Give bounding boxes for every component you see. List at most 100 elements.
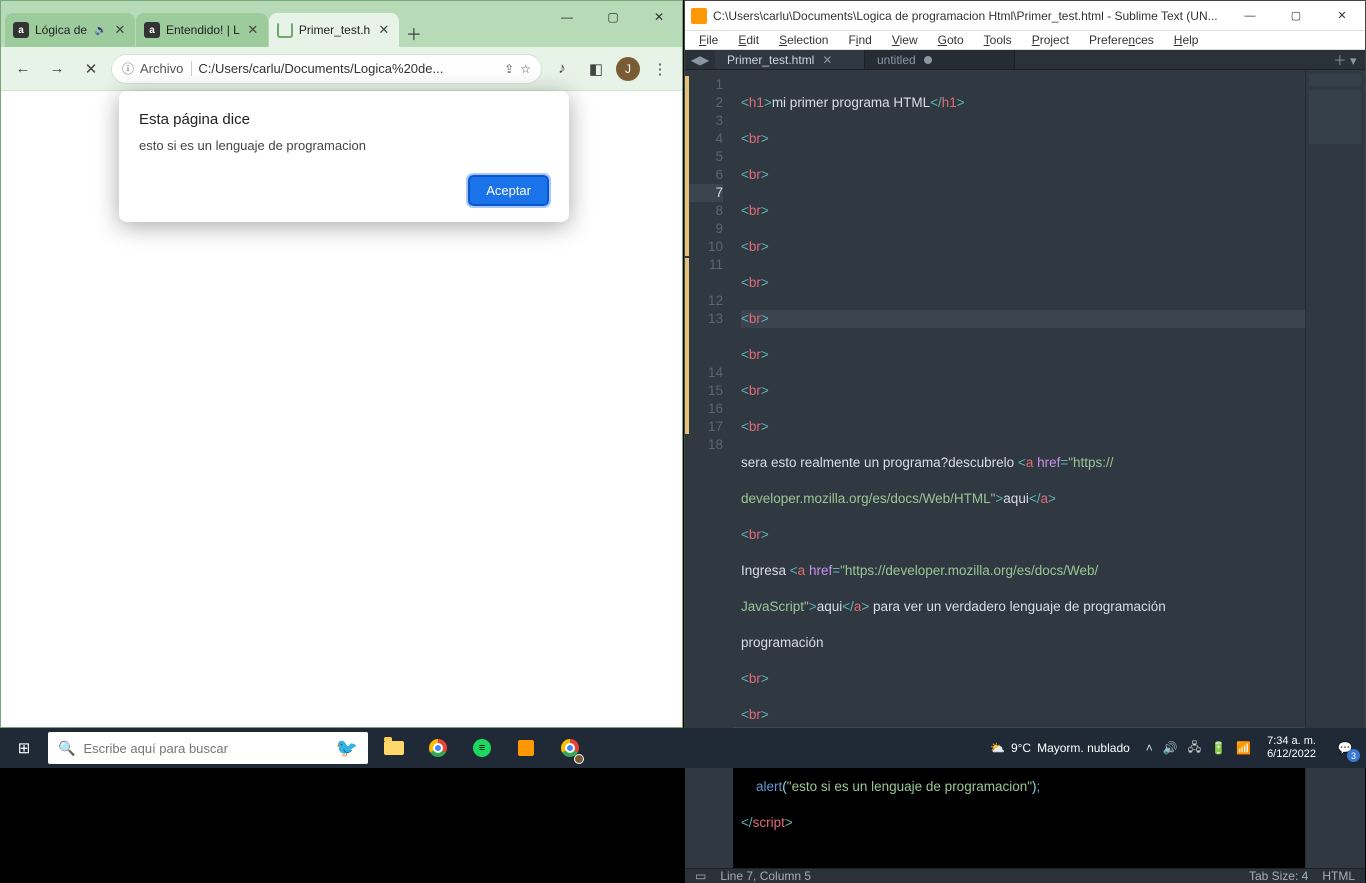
- tab-label: untitled: [877, 53, 916, 67]
- statusbar-toggle-icon[interactable]: ▭: [695, 869, 706, 883]
- maximize-button[interactable]: ▢: [590, 1, 636, 33]
- sublime-title: C:\Users\carlu\Documents\Logica de progr…: [713, 9, 1227, 23]
- task-chrome-profile[interactable]: [548, 728, 592, 768]
- tab-history-buttons[interactable]: ◀▶: [685, 50, 715, 69]
- code-text: para ver un verdadero lenguaje de progra…: [869, 599, 1165, 614]
- weather-text: Mayorm. nublado: [1037, 741, 1130, 755]
- favicon-icon: a: [144, 22, 160, 38]
- accept-button[interactable]: Aceptar: [468, 175, 549, 206]
- menu-edit[interactable]: Edit: [730, 31, 767, 49]
- tab-title: Lógica de: [35, 23, 89, 37]
- bookmark-icon[interactable]: ☆: [520, 62, 531, 76]
- chrome-tab-2[interactable]: a Entendido! | L ✕: [136, 13, 268, 47]
- close-icon[interactable]: ✕: [113, 22, 127, 38]
- site-info-icon[interactable]: ⓘ: [122, 60, 134, 77]
- tab-title: Entendido! | L: [166, 23, 240, 37]
- dialog-title: Esta página dice: [139, 111, 549, 128]
- clock-time: 7:34 a. m.: [1267, 735, 1316, 748]
- url-scheme: Archivo: [140, 61, 192, 76]
- search-decoration-icon: 🐦: [336, 738, 358, 759]
- close-icon[interactable]: ✕: [377, 22, 391, 38]
- tray-chevron-icon[interactable]: ˄: [1146, 741, 1153, 755]
- taskbar-weather[interactable]: ⛅ 9°C Mayorm. nublado: [990, 741, 1130, 755]
- stop-button[interactable]: ✕: [77, 55, 105, 83]
- status-position[interactable]: Line 7, Column 5: [720, 869, 811, 883]
- close-button[interactable]: ✕: [636, 1, 682, 33]
- close-icon[interactable]: ✕: [246, 22, 260, 38]
- url-bar[interactable]: ⓘ Archivo C:/Users/carlu/Documents/Logic…: [111, 54, 542, 84]
- maximize-button[interactable]: ▢: [1273, 1, 1319, 31]
- sublime-window: C:\Users\carlu\Documents\Logica de progr…: [684, 0, 1366, 728]
- chrome-menu-icon[interactable]: ⋮: [646, 55, 674, 83]
- chrome-toolbar: ← → ✕ ⓘ Archivo C:/Users/carlu/Documents…: [1, 47, 682, 91]
- tray-wifi-icon[interactable]: 📶: [1236, 741, 1251, 755]
- search-input[interactable]: [83, 741, 327, 756]
- menu-find[interactable]: Find: [840, 31, 879, 49]
- forward-button[interactable]: →: [43, 55, 71, 83]
- profile-avatar[interactable]: J: [616, 57, 640, 81]
- status-tabsize[interactable]: Tab Size: 4: [1249, 869, 1308, 883]
- menu-goto[interactable]: Goto: [930, 31, 972, 49]
- unsaved-dot-icon: [924, 56, 932, 64]
- url-text: C:/Users/carlu/Documents/Logica%20de...: [198, 61, 498, 76]
- tray-volume-icon[interactable]: 🔊: [1163, 741, 1178, 755]
- menu-preferences[interactable]: Preferences: [1081, 31, 1162, 49]
- weather-temp: 9°C: [1011, 741, 1031, 755]
- tab-overflow-button[interactable]: ＋ ▾: [1325, 50, 1365, 69]
- favicon-icon: a: [13, 22, 29, 38]
- sublime-window-controls: — ▢ ✕: [1227, 1, 1365, 31]
- code-text: sera esto realmente un programa?descubre…: [741, 455, 1018, 470]
- minimize-button[interactable]: —: [544, 1, 590, 33]
- editor-tab-primer[interactable]: Primer_test.html ✕: [715, 50, 865, 69]
- clock-date: 6/12/2022: [1267, 748, 1316, 761]
- chrome-tab-3[interactable]: Primer_test.h ✕: [269, 13, 399, 47]
- sublime-titlebar[interactable]: C:\Users\carlu\Documents\Logica de progr…: [685, 1, 1365, 31]
- windows-taskbar: ⊞ 🔍 🐦 ≡ ⛅ 9°C Mayorm. nublado ˄ 🔊 🖧 🔋 📶 …: [0, 728, 1366, 768]
- task-sublime[interactable]: [504, 728, 548, 768]
- menu-project[interactable]: Project: [1024, 31, 1077, 49]
- task-explorer[interactable]: [372, 728, 416, 768]
- menu-selection[interactable]: Selection: [771, 31, 836, 49]
- menu-view[interactable]: View: [884, 31, 926, 49]
- tab-title: Primer_test.h: [299, 23, 371, 37]
- sublime-menubar: File Edit Selection Find View Goto Tools…: [685, 31, 1365, 50]
- editor-tab-untitled[interactable]: untitled: [865, 50, 1015, 69]
- taskbar-search[interactable]: 🔍 🐦: [48, 732, 368, 764]
- tray-network-icon[interactable]: 🖧: [1188, 738, 1201, 759]
- chrome-titlebar: a Lógica de 🔊 ✕ a Entendido! | L ✕ Prime…: [1, 1, 682, 47]
- chrome-icon: [429, 739, 447, 757]
- tray-battery-icon[interactable]: 🔋: [1211, 741, 1226, 755]
- close-button[interactable]: ✕: [1319, 1, 1365, 31]
- audio-icon[interactable]: 🔊: [95, 25, 107, 36]
- chrome-tabs: a Lógica de 🔊 ✕ a Entendido! | L ✕ Prime…: [5, 9, 428, 47]
- sublime-statusbar: ▭ Line 7, Column 5 Tab Size: 4 HTML: [685, 868, 1365, 883]
- close-icon[interactable]: ✕: [822, 53, 832, 67]
- sublime-icon: [518, 740, 534, 756]
- loading-icon: [277, 22, 293, 38]
- taskbar-clock[interactable]: 7:34 a. m. 6/12/2022: [1259, 735, 1324, 761]
- new-tab-button[interactable]: ＋: [400, 19, 428, 47]
- code-text: "esto si es un lenguaje de programacion": [787, 779, 1032, 794]
- minimap-preview: [1309, 74, 1361, 144]
- tab-label: Primer_test.html: [727, 53, 814, 67]
- code-text: mi primer programa HTML: [772, 95, 930, 110]
- back-button[interactable]: ←: [9, 55, 37, 83]
- menu-file[interactable]: File: [691, 31, 726, 49]
- menu-tools[interactable]: Tools: [976, 31, 1020, 49]
- task-spotify[interactable]: ≡: [460, 728, 504, 768]
- sidepanel-icon[interactable]: ◧: [582, 55, 610, 83]
- status-syntax[interactable]: HTML: [1322, 869, 1355, 883]
- extensions-icon[interactable]: ♪: [548, 55, 576, 83]
- code-text: Ingresa: [741, 563, 790, 578]
- task-chrome[interactable]: [416, 728, 460, 768]
- chrome-viewport: Esta página dice esto si es un lenguaje …: [1, 91, 682, 727]
- chrome-window: a Lógica de 🔊 ✕ a Entendido! | L ✕ Prime…: [0, 0, 683, 728]
- share-icon[interactable]: ⇪: [504, 62, 514, 76]
- chrome-tab-1[interactable]: a Lógica de 🔊 ✕: [5, 13, 135, 47]
- menu-help[interactable]: Help: [1166, 31, 1207, 49]
- code-text: aqui: [817, 599, 843, 614]
- start-button[interactable]: ⊞: [0, 728, 48, 768]
- minimize-button[interactable]: —: [1227, 1, 1273, 31]
- js-alert-dialog: Esta página dice esto si es un lenguaje …: [119, 91, 569, 222]
- action-center-button[interactable]: 💬 3: [1324, 728, 1366, 768]
